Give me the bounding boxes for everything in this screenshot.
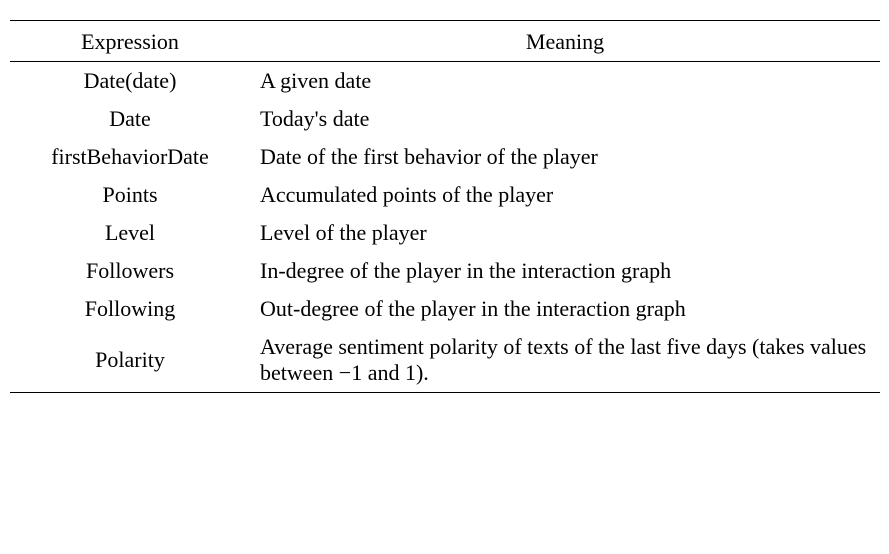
table-header-row: Expression Meaning [10,21,880,62]
header-expression: Expression [10,21,250,62]
cell-meaning: Out-degree of the player in the interact… [250,290,880,328]
header-meaning: Meaning [250,21,880,62]
table-row: Date Today's date [10,100,880,138]
cell-meaning: Date of the first behavior of the player [250,138,880,176]
definitions-table: Expression Meaning Date(date) A given da… [10,20,880,393]
table-row: Polarity Average sentiment polarity of t… [10,328,880,393]
table-row: Followers In-degree of the player in the… [10,252,880,290]
table-row: Following Out-degree of the player in th… [10,290,880,328]
table-row: Date(date) A given date [10,62,880,101]
cell-expression: Polarity [10,328,250,393]
cell-meaning: Accumulated points of the player [250,176,880,214]
table-row: Level Level of the player [10,214,880,252]
cell-expression: Points [10,176,250,214]
cell-meaning: In-degree of the player in the interacti… [250,252,880,290]
cell-meaning: Average sentiment polarity of texts of t… [250,328,880,393]
table-row: firstBehaviorDate Date of the first beha… [10,138,880,176]
cell-expression: Followers [10,252,250,290]
cell-expression: Date [10,100,250,138]
cell-meaning: Today's date [250,100,880,138]
cell-expression: Following [10,290,250,328]
cell-expression: Date(date) [10,62,250,101]
cell-expression: firstBehaviorDate [10,138,250,176]
cell-meaning: A given date [250,62,880,101]
table-row: Points Accumulated points of the player [10,176,880,214]
cell-expression: Level [10,214,250,252]
cell-meaning: Level of the player [250,214,880,252]
